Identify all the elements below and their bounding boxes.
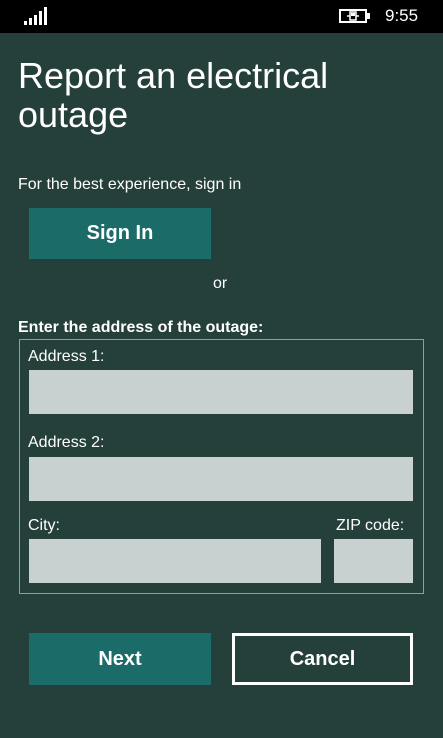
zip-label: ZIP code: (336, 517, 405, 534)
battery-charging-icon (339, 9, 370, 23)
address-section-label: Enter the address of the outage: (18, 319, 264, 336)
page-title: Report an electrical outage (18, 55, 329, 135)
sign-in-prompt: For the best experience, sign in (18, 176, 242, 193)
address2-input[interactable] (29, 457, 413, 501)
next-button[interactable]: Next (29, 633, 211, 685)
sign-in-button[interactable]: Sign In (29, 208, 211, 259)
city-label: City: (28, 517, 60, 534)
or-separator: or (213, 275, 228, 292)
status-bar: 9:55 (0, 0, 443, 33)
zip-input[interactable] (334, 539, 413, 583)
address1-label: Address 1: (28, 348, 105, 365)
address1-input[interactable] (29, 370, 413, 414)
cancel-button[interactable]: Cancel (232, 633, 413, 685)
signal-icon (24, 7, 47, 25)
city-input[interactable] (29, 539, 321, 583)
address2-label: Address 2: (28, 434, 105, 451)
status-time: 9:55 (385, 6, 419, 25)
